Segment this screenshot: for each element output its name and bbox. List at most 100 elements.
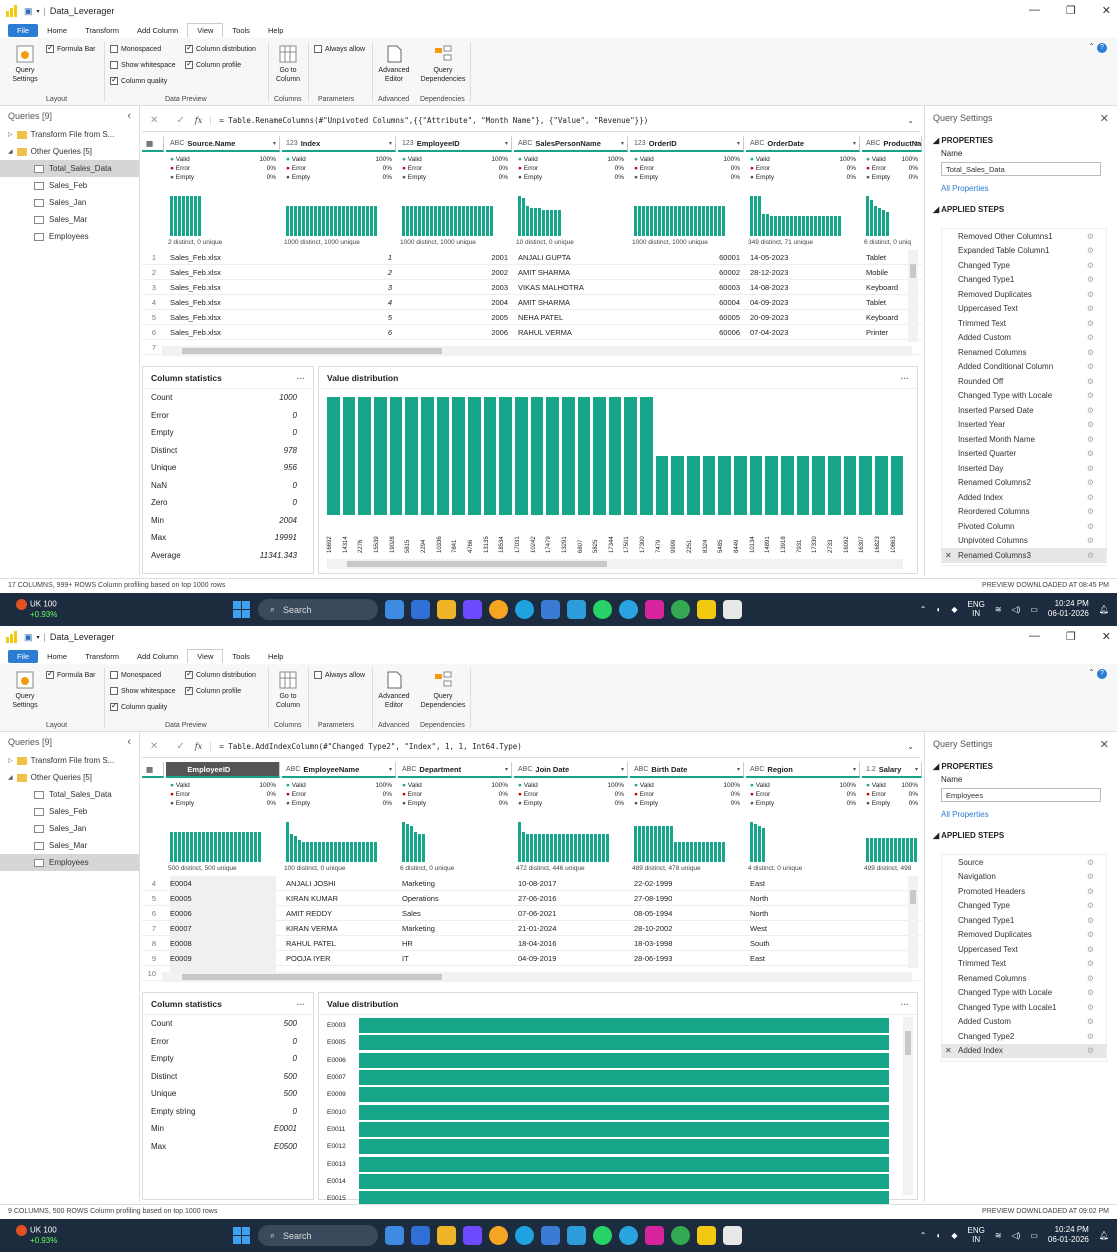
column-type-icon[interactable]: ABC — [750, 140, 764, 147]
table-cell[interactable]: 3 — [286, 280, 392, 295]
column-distribution-checkbox[interactable]: Column distribution — [185, 669, 256, 679]
scrollbar-thumb[interactable] — [905, 1031, 911, 1055]
gear-icon[interactable]: ⚙ — [1087, 887, 1094, 896]
table-cell[interactable]: 60001 — [634, 250, 740, 265]
collapse-queries-icon[interactable]: ‹ — [127, 110, 131, 122]
whatsapp-icon[interactable] — [593, 1226, 612, 1245]
scrollbar-thumb[interactable] — [182, 974, 442, 980]
gear-icon[interactable]: ⚙ — [1087, 420, 1094, 429]
table-cell[interactable]: E0007 — [170, 921, 276, 936]
close-settings-icon[interactable]: ✕ — [1100, 738, 1109, 751]
weather-widget[interactable]: UK 100 +0.93% — [16, 599, 57, 619]
filter-dropdown-icon[interactable]: ▾ — [853, 140, 856, 147]
column-header[interactable]: 1.2 Salary ▾ — [862, 762, 922, 778]
gear-icon[interactable]: ⚙ — [1087, 304, 1094, 313]
more-options-icon[interactable]: ··· — [297, 999, 306, 1009]
table-cell[interactable]: 20-09-2023 — [750, 310, 856, 325]
applied-step[interactable]: Changed Type with Locale ⚙ — [942, 986, 1106, 1001]
gear-icon[interactable]: ⚙ — [1087, 435, 1094, 444]
table-cell[interactable]: 18-03-1998 — [634, 936, 740, 951]
taskbar-search[interactable]: ⌕ Search — [258, 1225, 378, 1246]
gear-icon[interactable]: ⚙ — [1087, 348, 1094, 357]
applied-step[interactable]: Expanded Table Column1 ⚙ — [942, 244, 1106, 259]
commit-formula-icon[interactable]: ✓ — [176, 115, 184, 126]
chrome-profile-icon[interactable] — [671, 600, 690, 619]
table-menu-icon[interactable]: ▦ — [142, 136, 164, 152]
filter-dropdown-icon[interactable]: ▾ — [621, 766, 624, 773]
notification-icon[interactable]: 🔔︎ — [1099, 1231, 1109, 1240]
table-row[interactable]: 1 Sales_Feb.xlsx 1 2001 ANJALI GUPTA 60001 14-… — [142, 250, 922, 265]
table-cell[interactable]: 2 — [286, 265, 392, 280]
query-dependencies-button[interactable]: Query Dependencies — [418, 44, 468, 84]
query-item[interactable]: Sales_Feb — [0, 803, 139, 820]
column-type-icon[interactable]: ABC — [170, 766, 184, 773]
applied-step[interactable]: Inserted Year ⚙ — [942, 418, 1106, 433]
query-item[interactable]: Employees — [0, 854, 139, 871]
gear-icon[interactable]: ⚙ — [1087, 290, 1094, 299]
applied-step[interactable]: Removed Other Columns1 ⚙ — [942, 229, 1106, 244]
power-bi-taskbar-icon[interactable] — [697, 1226, 716, 1245]
weather-widget[interactable]: UK 100 +0.93% — [16, 1225, 57, 1245]
filter-dropdown-icon[interactable]: ▾ — [505, 140, 508, 147]
tab-home[interactable]: Home — [38, 24, 76, 37]
show-whitespace-checkbox[interactable]: Show whitespace — [110, 61, 175, 69]
filter-dropdown-icon[interactable]: ▾ — [273, 766, 276, 773]
table-cell[interactable]: 28-10-2002 — [634, 921, 740, 936]
instagram-icon[interactable] — [645, 600, 664, 619]
tab-help[interactable]: Help — [259, 24, 292, 37]
query-item[interactable]: Sales_Feb — [0, 177, 139, 194]
notification-icon[interactable]: 🔔︎ — [1099, 605, 1109, 614]
table-cell[interactable]: E0009 — [170, 951, 276, 966]
formula-input[interactable]: = Table.AddIndexColumn(#"Changed Type2",… — [210, 742, 907, 751]
table-cell[interactable]: 2005 — [402, 310, 508, 325]
query-item[interactable]: Sales_Mar — [0, 211, 139, 228]
applied-step[interactable]: Inserted Day ⚙ — [942, 461, 1106, 476]
column-header[interactable]: 123 Index ▾ — [282, 136, 396, 152]
column-header[interactable]: ABC EmployeeID ▾ — [166, 762, 280, 778]
horizontal-scrollbar[interactable] — [162, 972, 912, 982]
language-indicator[interactable]: ENG IN — [967, 600, 984, 618]
query-name-input[interactable]: Total_Sales_Data — [941, 162, 1101, 176]
column-quality-checkbox[interactable]: Column quality — [110, 75, 167, 85]
cancel-formula-icon[interactable]: ✕ — [150, 115, 158, 126]
horizontal-scrollbar[interactable] — [327, 559, 903, 569]
applied-step[interactable]: ✕ Renamed Columns3 ⚙ — [942, 548, 1106, 563]
notepad-icon[interactable] — [723, 600, 742, 619]
language-indicator[interactable]: ENG IN — [967, 1226, 984, 1244]
query-settings-button[interactable]: Query Settings — [8, 670, 42, 710]
column-profile-checkbox[interactable]: Column profile — [185, 685, 241, 695]
query-group-other[interactable]: ◢ Other Queries [5] — [0, 769, 139, 786]
qat-dropdown-icon[interactable]: ▾ — [37, 634, 40, 641]
table-cell[interactable]: E0006 — [170, 906, 276, 921]
gear-icon[interactable]: ⚙ — [1087, 988, 1094, 997]
photos-icon[interactable] — [567, 600, 586, 619]
table-row[interactable]: 6 E0006 AMIT REDDY Sales 07-06-2021 08-05-199… — [142, 906, 922, 921]
show-whitespace-checkbox[interactable]: Show whitespace — [110, 687, 175, 695]
applied-step[interactable]: Added Conditional Column ⚙ — [942, 360, 1106, 375]
collapse-queries-icon[interactable]: ‹ — [127, 736, 131, 748]
column-type-icon[interactable]: ABC — [402, 766, 416, 773]
volume-icon[interactable]: ◁) — [1012, 1231, 1021, 1240]
column-type-icon[interactable]: ABC — [750, 766, 764, 773]
applied-step[interactable]: Inserted Month Name ⚙ — [942, 432, 1106, 447]
formula-bar-checkbox[interactable]: Formula Bar — [46, 43, 96, 53]
vertical-scrollbar[interactable] — [903, 1017, 913, 1195]
chevron-up-icon[interactable]: ⌃ — [920, 1231, 927, 1240]
restore-icon[interactable]: ❐ — [1066, 4, 1076, 17]
tab-help[interactable]: Help — [259, 650, 292, 663]
query-name-input[interactable]: Employees — [941, 788, 1101, 802]
table-cell[interactable]: AMIT SHARMA — [518, 295, 624, 310]
horizontal-scrollbar[interactable] — [162, 346, 912, 356]
wifi-icon[interactable]: ≋ — [995, 605, 1002, 614]
formula-bar-checkbox[interactable]: Formula Bar — [46, 669, 96, 679]
applied-step[interactable]: Changed Type2 ⚙ — [942, 1029, 1106, 1044]
table-cell[interactable]: RAHUL PATEL — [286, 936, 392, 951]
gear-icon[interactable]: ⚙ — [1087, 1032, 1094, 1041]
gear-icon[interactable]: ⚙ — [1087, 945, 1094, 954]
table-cell[interactable]: 14-05-2023 — [750, 250, 856, 265]
table-cell[interactable]: 22-02-1999 — [634, 876, 740, 891]
gear-icon[interactable]: ⚙ — [1087, 1003, 1094, 1012]
table-cell[interactable]: North — [750, 891, 856, 906]
applied-step[interactable]: Renamed Columns ⚙ — [942, 345, 1106, 360]
filter-dropdown-icon[interactable]: ▾ — [505, 766, 508, 773]
